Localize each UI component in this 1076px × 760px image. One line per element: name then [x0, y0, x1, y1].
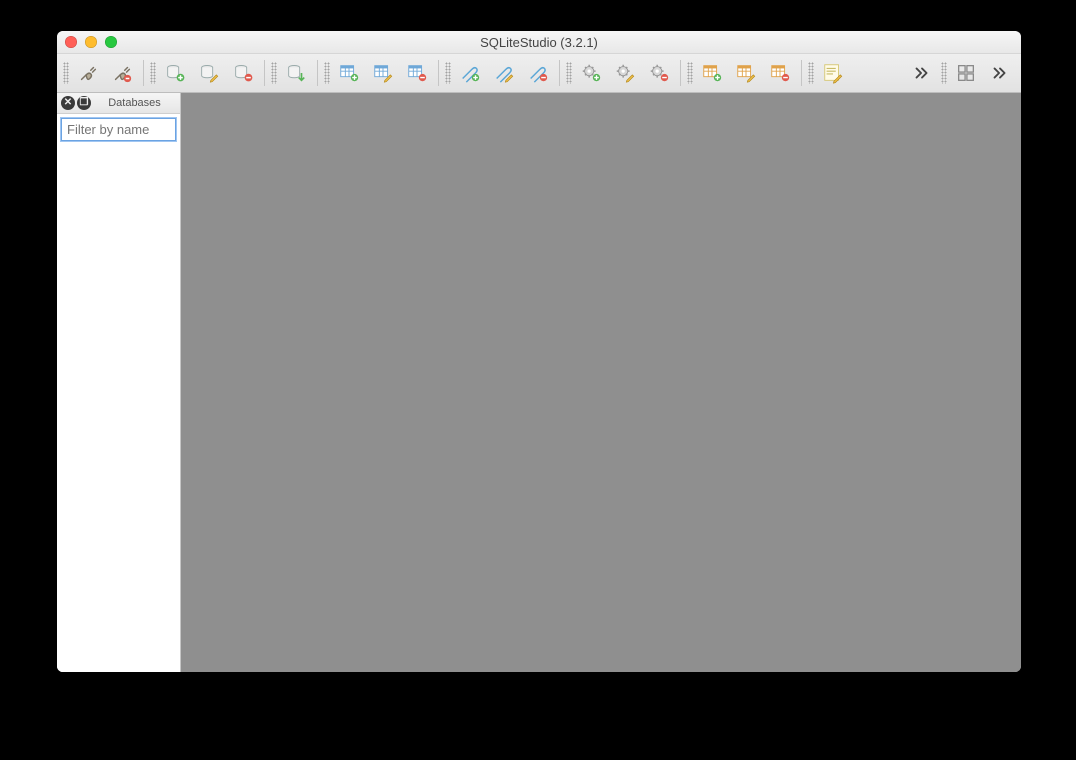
- minimize-window-button[interactable]: [85, 36, 97, 48]
- titlebar: SQLiteStudio (3.2.1): [57, 31, 1021, 54]
- tile-windows-icon: [955, 62, 977, 84]
- sql-editor-icon: [822, 62, 844, 84]
- plug-connect-icon: [77, 62, 99, 84]
- close-window-button[interactable]: [65, 36, 77, 48]
- database-tree[interactable]: [57, 145, 180, 672]
- trigger-remove-icon: [648, 62, 670, 84]
- toolbar-separator: [680, 60, 681, 86]
- detach-panel-icon[interactable]: ❐: [77, 96, 91, 110]
- toolbar-separator: [143, 60, 144, 86]
- databases-panel: ✕ ❐ Databases: [57, 93, 181, 672]
- edit-trigger-button[interactable]: [610, 58, 640, 88]
- trigger-edit-icon: [614, 62, 636, 84]
- toolbar-separator: [438, 60, 439, 86]
- toolbar-overflow2-button[interactable]: [985, 58, 1015, 88]
- main-toolbar: [57, 54, 1021, 93]
- window-title: SQLiteStudio (3.2.1): [480, 35, 598, 50]
- drop-index-button[interactable]: [523, 58, 553, 88]
- index-add-icon: [459, 62, 481, 84]
- edit-table-button[interactable]: [368, 58, 398, 88]
- toolbar-grip[interactable]: [63, 62, 69, 84]
- toolbar-grip[interactable]: [150, 62, 156, 84]
- trigger-add-icon: [580, 62, 602, 84]
- app-body: ✕ ❐ Databases: [57, 93, 1021, 672]
- table-remove-icon: [406, 62, 428, 84]
- mdi-area: [181, 93, 1021, 672]
- drop-view-button[interactable]: [765, 58, 795, 88]
- add-database-button[interactable]: [160, 58, 190, 88]
- database-filter-input[interactable]: [61, 118, 176, 141]
- drop-table-button[interactable]: [402, 58, 432, 88]
- database-remove-icon: [232, 62, 254, 84]
- toolbar-grip[interactable]: [271, 62, 277, 84]
- drop-trigger-button[interactable]: [644, 58, 674, 88]
- toolbar-grip[interactable]: [687, 62, 693, 84]
- disconnect-button[interactable]: [107, 58, 137, 88]
- sql-editor-button[interactable]: [818, 58, 848, 88]
- toolbar-separator: [317, 60, 318, 86]
- toolbar-grip[interactable]: [808, 62, 814, 84]
- plug-disconnect-icon: [111, 62, 133, 84]
- edit-view-button[interactable]: [731, 58, 761, 88]
- tile-windows-button[interactable]: [951, 58, 981, 88]
- connect-button[interactable]: [73, 58, 103, 88]
- view-remove-icon: [769, 62, 791, 84]
- toolbar-grip[interactable]: [324, 62, 330, 84]
- databases-panel-title: Databases: [93, 97, 176, 109]
- index-edit-icon: [493, 62, 515, 84]
- edit-database-button[interactable]: [194, 58, 224, 88]
- close-panel-icon[interactable]: ✕: [61, 96, 75, 110]
- toolbar-separator: [559, 60, 560, 86]
- table-add-icon: [338, 62, 360, 84]
- create-table-button[interactable]: [334, 58, 364, 88]
- app-window: SQLiteStudio (3.2.1): [57, 31, 1021, 672]
- zoom-window-button[interactable]: [105, 36, 117, 48]
- toolbar-overflow-button[interactable]: [907, 58, 937, 88]
- databases-panel-header: ✕ ❐ Databases: [57, 93, 180, 114]
- database-add-icon: [164, 62, 186, 84]
- view-add-icon: [701, 62, 723, 84]
- database-import-icon: [285, 62, 307, 84]
- database-edit-icon: [198, 62, 220, 84]
- create-trigger-button[interactable]: [576, 58, 606, 88]
- index-remove-icon: [527, 62, 549, 84]
- create-view-button[interactable]: [697, 58, 727, 88]
- view-edit-icon: [735, 62, 757, 84]
- toolbar-separator: [801, 60, 802, 86]
- toolbar-separator: [264, 60, 265, 86]
- window-controls: [65, 31, 117, 53]
- toolbar-grip[interactable]: [566, 62, 572, 84]
- toolbar-grip[interactable]: [941, 62, 947, 84]
- table-edit-icon: [372, 62, 394, 84]
- import-database-button[interactable]: [281, 58, 311, 88]
- create-index-button[interactable]: [455, 58, 485, 88]
- chevron-double-right-icon: [911, 62, 933, 84]
- remove-database-button[interactable]: [228, 58, 258, 88]
- toolbar-grip[interactable]: [445, 62, 451, 84]
- chevron-double-right-icon: [989, 62, 1011, 84]
- edit-index-button[interactable]: [489, 58, 519, 88]
